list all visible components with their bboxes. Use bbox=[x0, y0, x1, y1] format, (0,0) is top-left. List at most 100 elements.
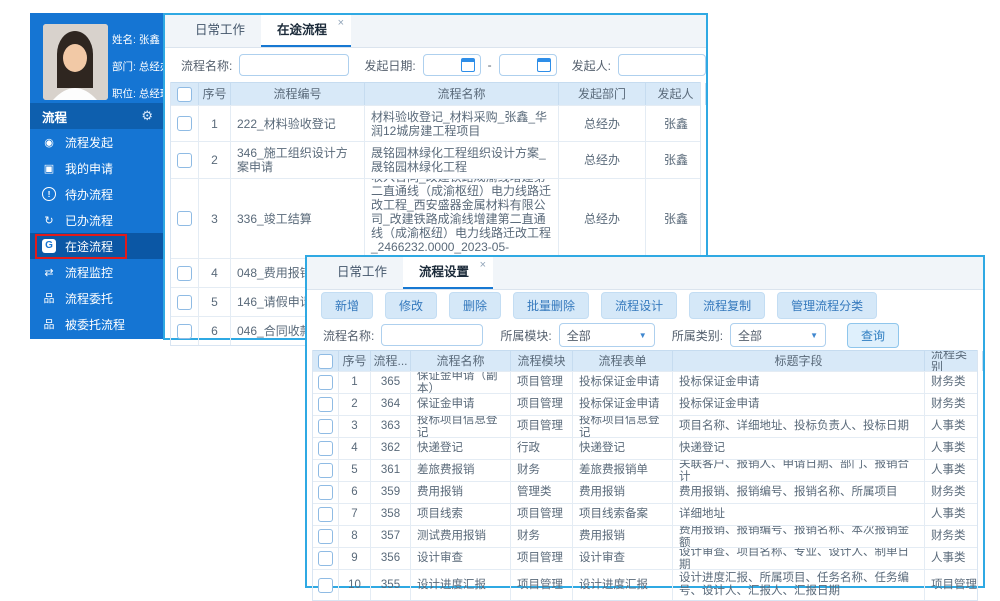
table-header-row: 序号流程编号流程名称发起部门发起人 bbox=[171, 82, 700, 105]
cell-code: 365 bbox=[371, 372, 411, 393]
search-button[interactable]: 查询 bbox=[847, 323, 899, 348]
refresh-icon: ↻ bbox=[42, 214, 56, 227]
cell-category: 人事类 bbox=[925, 548, 983, 569]
select-all-checkbox[interactable] bbox=[177, 87, 192, 102]
cell-category: 人事类 bbox=[925, 416, 983, 437]
window1-filter-bar: 流程名称: 发起日期: - 发起人: bbox=[165, 48, 706, 82]
initiator-input[interactable] bbox=[618, 54, 706, 76]
row-checkbox[interactable] bbox=[177, 211, 192, 226]
cell-name: 费用报销 bbox=[411, 482, 511, 503]
profile-position: 职位: 总经理 bbox=[112, 81, 170, 108]
category-select-value: 全部 bbox=[738, 327, 762, 344]
cell-name: 设计审查 bbox=[411, 548, 511, 569]
select-all-checkbox[interactable] bbox=[318, 354, 333, 369]
tab-daily-work[interactable]: 日常工作 bbox=[179, 15, 261, 47]
cell-no: 1 bbox=[199, 106, 231, 141]
sidebar: 姓名: 张鑫 部门: 总经办 职位: 总经理 流程 ⚙ ◉流程发起▣我的申请!待… bbox=[30, 13, 163, 339]
sidebar-item-delegated-processes[interactable]: 品被委托流程 bbox=[30, 311, 163, 337]
window2-toolbar: 新增修改删除批量删除流程设计流程复制管理流程分类 bbox=[307, 290, 983, 320]
cell-no: 3 bbox=[199, 179, 231, 258]
gear-icon[interactable]: ⚙ bbox=[141, 108, 153, 124]
cell-category: 财务类 bbox=[925, 526, 983, 547]
cell-name: 晟铭园林绿化工程组织设计方案_晟铭园林绿化工程 bbox=[365, 142, 559, 178]
cell-module: 项目管理 bbox=[511, 504, 573, 525]
cell-checkbox bbox=[171, 288, 199, 316]
cell-name: 差旅费报销 bbox=[411, 460, 511, 481]
manage-process-category-button[interactable]: 管理流程分类 bbox=[777, 292, 877, 319]
sidebar-item-label: 流程发起 bbox=[65, 134, 113, 151]
row-checkbox[interactable] bbox=[318, 463, 333, 478]
header-cell-name: 流程名称 bbox=[411, 351, 511, 371]
window1-tabbar: 日常工作 在途流程 × bbox=[165, 15, 706, 48]
row-checkbox[interactable] bbox=[177, 295, 192, 310]
row-checkbox[interactable] bbox=[177, 266, 192, 281]
row-checkbox[interactable] bbox=[177, 153, 192, 168]
cell-title_fields: 关联客户、报销人、申请日期、部门、报销合计 bbox=[673, 460, 925, 481]
close-icon[interactable]: × bbox=[480, 260, 486, 271]
tab-in-transit[interactable]: 在途流程 × bbox=[261, 15, 351, 47]
row-checkbox[interactable] bbox=[318, 507, 333, 522]
profile-name: 姓名: 张鑫 bbox=[112, 27, 170, 54]
row-checkbox[interactable] bbox=[318, 529, 333, 544]
sidebar-item-process-monitor[interactable]: ⇄流程监控 bbox=[30, 259, 163, 285]
header-cell-no: 序号 bbox=[199, 83, 231, 105]
start-date-to-input[interactable] bbox=[499, 54, 557, 76]
close-icon[interactable]: × bbox=[338, 18, 344, 29]
row-checkbox[interactable] bbox=[318, 375, 333, 390]
table-row: 10355设计进度汇报项目管理设计进度汇报设计进度汇报、所属项目、任务名称、任务… bbox=[313, 569, 977, 600]
sidebar-item-my-applications[interactable]: ▣我的申请 bbox=[30, 155, 163, 181]
cell-code: 336_竣工结算 bbox=[231, 179, 365, 258]
tab-in-transit-label: 在途流程 bbox=[277, 23, 327, 37]
sidebar-item-in-transit-processes[interactable]: G在途流程 bbox=[30, 233, 163, 259]
alert-icon: ! bbox=[42, 187, 56, 201]
delete-button[interactable]: 删除 bbox=[449, 292, 501, 319]
tab-process-settings[interactable]: 流程设置 × bbox=[403, 257, 493, 289]
edit-button[interactable]: 修改 bbox=[385, 292, 437, 319]
sidebar-menu: ◉ 流程发起 ▣我的申请!待办流程↻已办流程G在途流程⇄流程监控品流程委托品被委托流… bbox=[30, 129, 163, 337]
process-design-button[interactable]: 流程设计 bbox=[601, 292, 677, 319]
cell-category: 人事类 bbox=[925, 504, 983, 525]
cell-module: 项目管理 bbox=[511, 548, 573, 569]
broadcast-icon: ◉ bbox=[42, 136, 56, 149]
sidebar-item-label: 流程委托 bbox=[65, 290, 113, 307]
sidebar-item-process-delegation[interactable]: 品流程委托 bbox=[30, 285, 163, 311]
row-checkbox[interactable] bbox=[318, 419, 333, 434]
row-checkbox[interactable] bbox=[318, 441, 333, 456]
cell-checkbox bbox=[313, 482, 339, 503]
process-name-input[interactable] bbox=[239, 54, 349, 76]
cell-form: 投标项目信息登记 bbox=[573, 416, 673, 437]
header-cell-module: 流程模块 bbox=[511, 351, 573, 371]
row-checkbox[interactable] bbox=[318, 578, 333, 593]
sidebar-item-todo-processes[interactable]: !待办流程 bbox=[30, 181, 163, 207]
cell-title_fields: 投标保证金申请 bbox=[673, 372, 925, 393]
cell-no: 6 bbox=[339, 482, 371, 503]
process-name-input-2[interactable] bbox=[381, 324, 483, 346]
module-select-value: 全部 bbox=[567, 327, 591, 344]
cell-category: 财务类 bbox=[925, 394, 983, 415]
row-checkbox[interactable] bbox=[177, 324, 192, 339]
cell-no: 5 bbox=[199, 288, 231, 316]
sidebar-item-process-start[interactable]: ◉ 流程发起 bbox=[30, 129, 163, 155]
cell-name: 保证金申请（副本） bbox=[411, 372, 511, 393]
row-checkbox[interactable] bbox=[318, 397, 333, 412]
process-name-label-2: 流程名称: bbox=[323, 327, 374, 344]
row-checkbox[interactable] bbox=[318, 551, 333, 566]
category-select[interactable]: 全部 ▼ bbox=[730, 323, 826, 347]
window-process-settings: 日常工作 流程设置 × 新增修改删除批量删除流程设计流程复制管理流程分类 流程名… bbox=[305, 255, 985, 588]
tab-daily-work-2[interactable]: 日常工作 bbox=[321, 257, 403, 289]
cell-category: 人事类 bbox=[925, 438, 983, 459]
cell-no: 2 bbox=[199, 142, 231, 178]
add-button[interactable]: 新增 bbox=[321, 292, 373, 319]
start-date-from-input[interactable] bbox=[423, 54, 481, 76]
window2-tabbar: 日常工作 流程设置 × bbox=[307, 257, 983, 290]
batch-delete-button[interactable]: 批量删除 bbox=[513, 292, 589, 319]
cell-no: 4 bbox=[199, 259, 231, 287]
process-copy-button[interactable]: 流程复制 bbox=[689, 292, 765, 319]
module-select[interactable]: 全部 ▼ bbox=[559, 323, 655, 347]
row-checkbox[interactable] bbox=[177, 116, 192, 131]
table-header-row: 序号流程...流程名称流程模块流程表单标题字段流程类别 bbox=[313, 350, 977, 371]
row-checkbox[interactable] bbox=[318, 485, 333, 500]
table-row: 9356设计审查项目管理设计审查设计审查、项目名称、专业、设计人、制单日期人事类 bbox=[313, 547, 977, 569]
sidebar-item-done-processes[interactable]: ↻已办流程 bbox=[30, 207, 163, 233]
header-cell-no: 序号 bbox=[339, 351, 371, 371]
